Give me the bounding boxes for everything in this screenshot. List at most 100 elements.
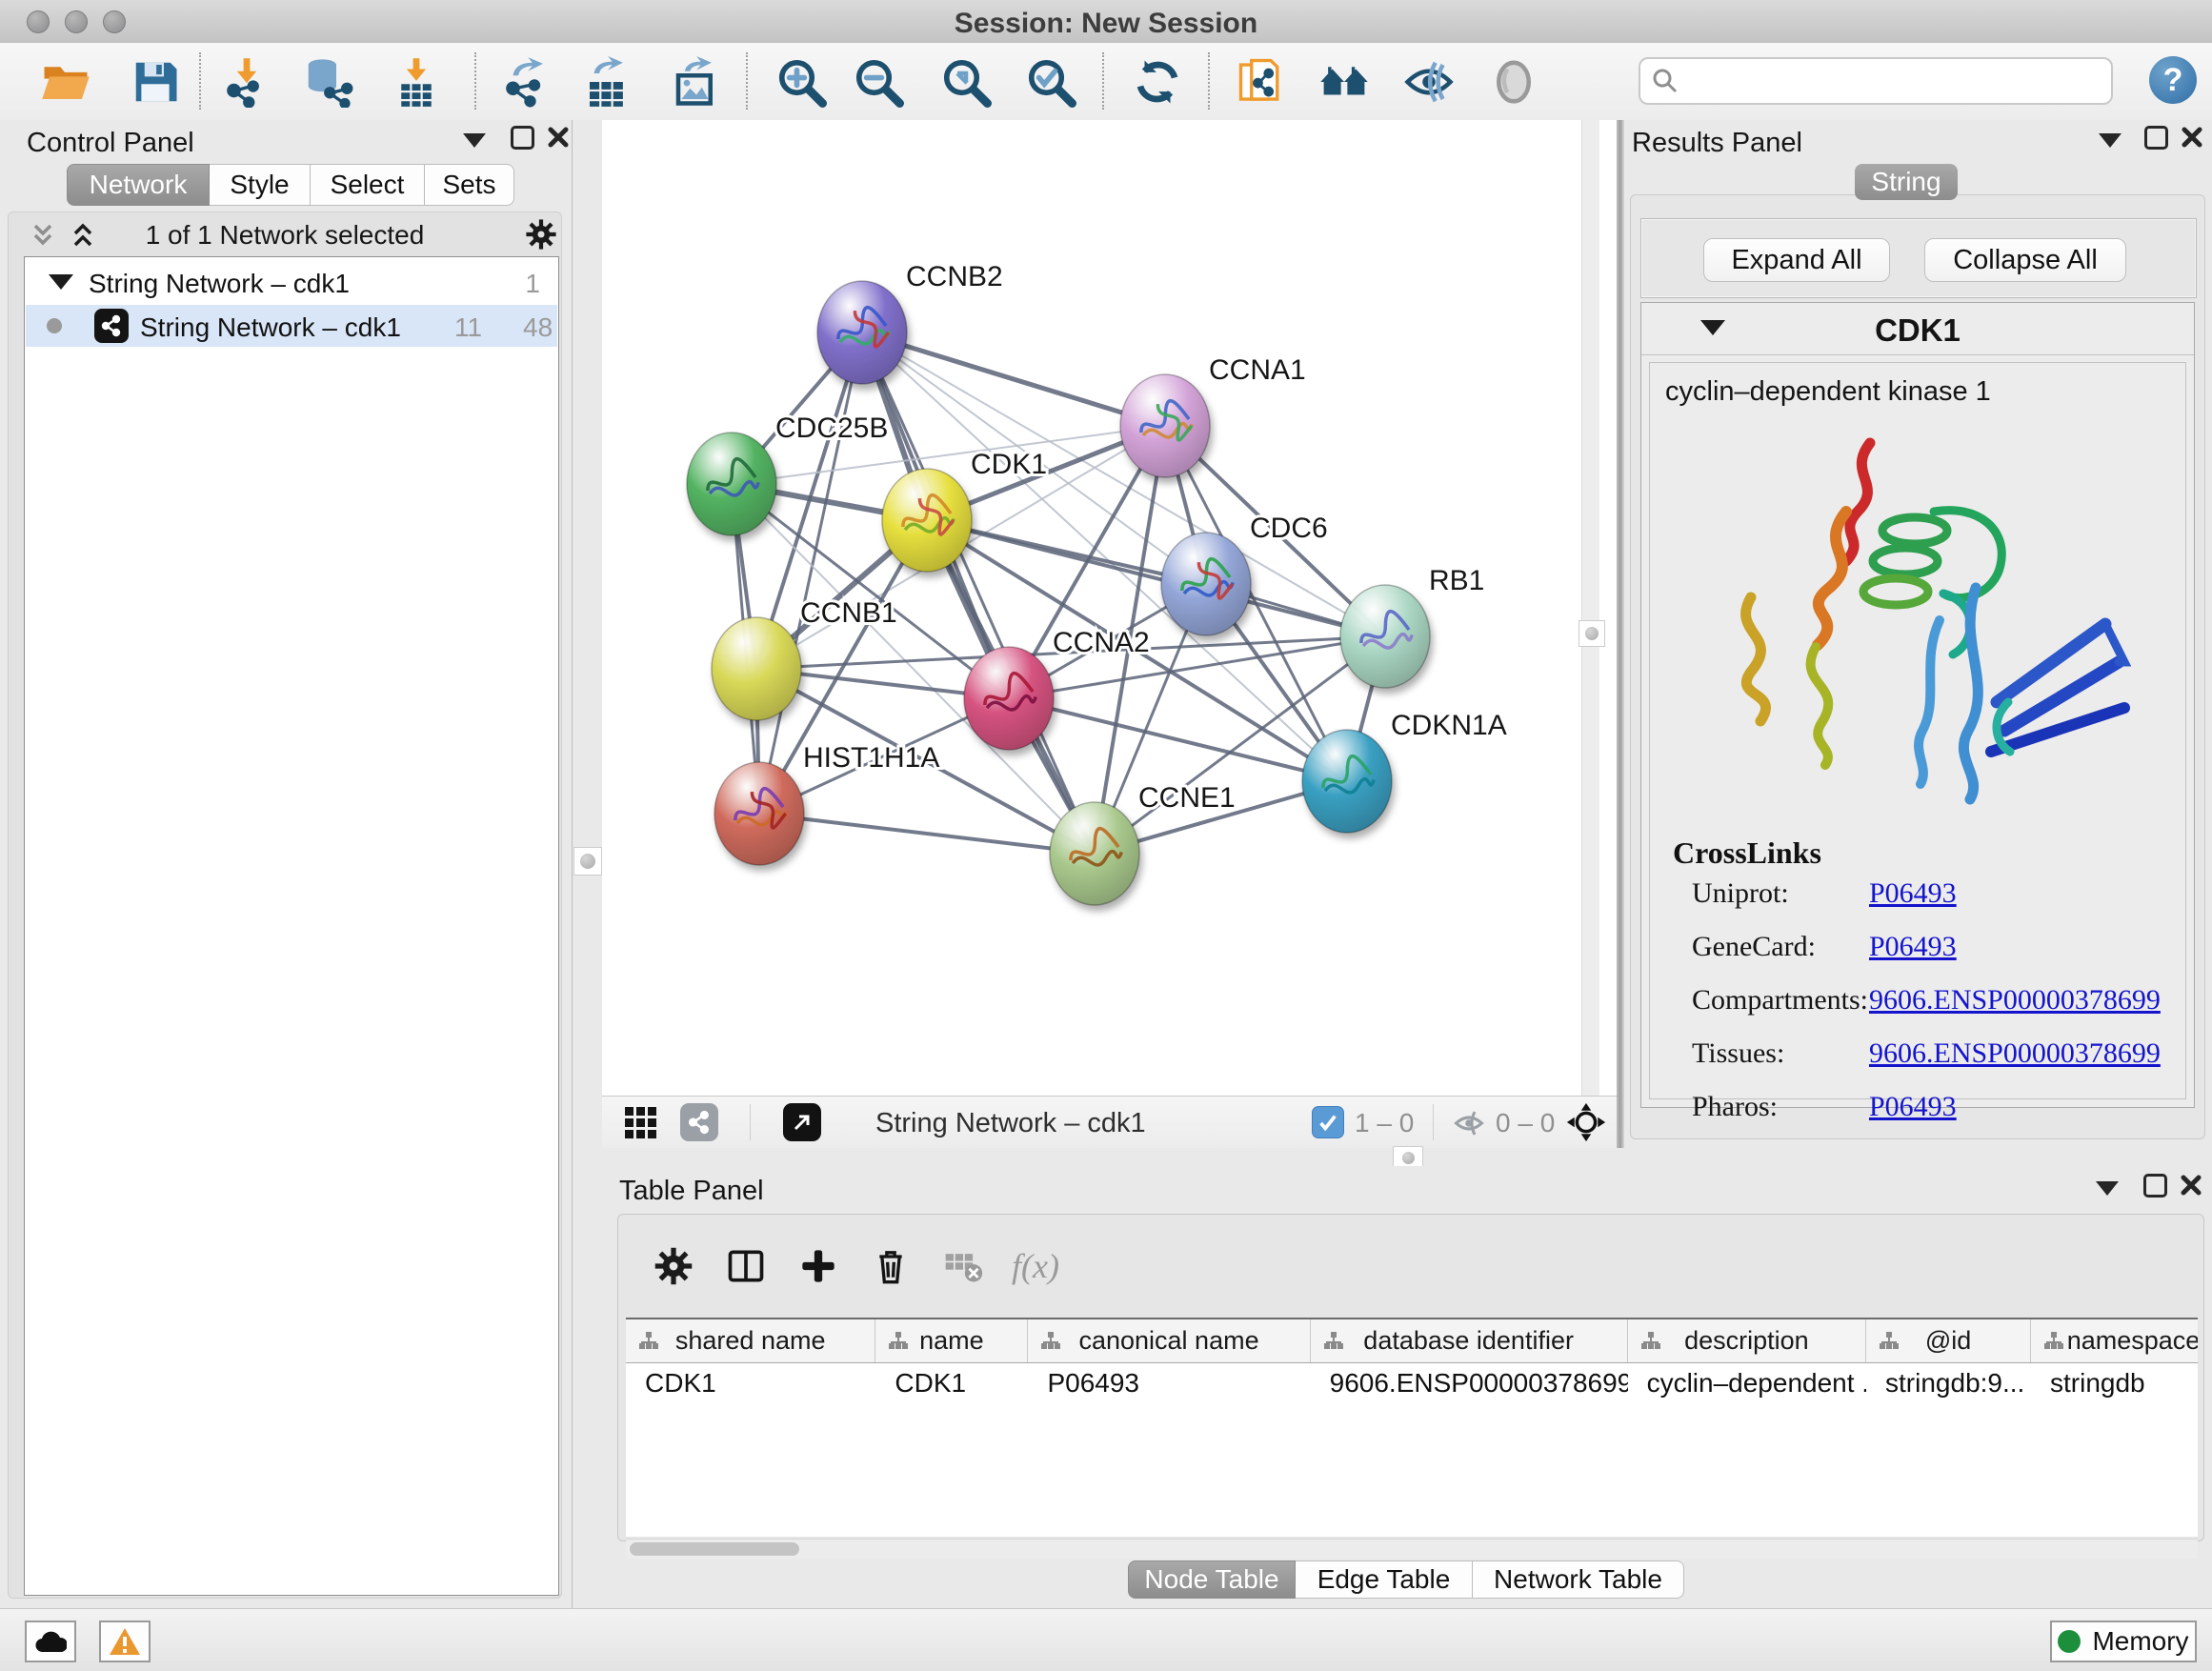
network-node-CCNA2[interactable] xyxy=(964,647,1054,750)
open-session-button[interactable] xyxy=(39,55,92,109)
column-header-database-identifier[interactable]: database identifier xyxy=(1311,1319,1628,1362)
network-canvas[interactable]: CCNB2CCNA1CDC25BCDK1CDC6RB1CCNB1CCNA2CDK… xyxy=(602,120,1581,1096)
network-side-handle[interactable] xyxy=(1579,620,1605,647)
zoom-out-button[interactable] xyxy=(852,55,905,109)
export-image-button[interactable] xyxy=(669,55,722,109)
import-network-from-file-button[interactable] xyxy=(220,55,273,109)
results-tab-string[interactable]: String xyxy=(1855,164,1958,200)
expand-collapse-strip: Expand All Collapse All xyxy=(1640,218,2197,298)
left-splitter-handle[interactable] xyxy=(573,847,602,876)
network-edge[interactable] xyxy=(862,332,1165,426)
table-panel: Table Panel f(x) shared name xyxy=(602,1166,2212,1608)
memory-status-button[interactable]: Memory xyxy=(2050,1621,2197,1662)
gear-icon[interactable] xyxy=(525,218,557,251)
column-header-namespace[interactable]: namespace xyxy=(2031,1319,2198,1362)
open-in-new-window-icon[interactable] xyxy=(783,1103,821,1141)
column-header-id[interactable]: @id xyxy=(1866,1319,2031,1362)
left-splitter[interactable] xyxy=(573,120,602,1608)
panel-close-icon[interactable] xyxy=(2181,126,2203,149)
hide-unhide-button[interactable] xyxy=(1402,55,1456,109)
share-network-file-button[interactable] xyxy=(1236,55,1289,109)
right-splitter[interactable] xyxy=(1617,120,1624,1148)
column-header-shared-name[interactable]: shared name xyxy=(626,1319,875,1362)
panel-close-icon[interactable] xyxy=(547,126,570,149)
tab-edge-table[interactable]: Edge Table xyxy=(1296,1560,1473,1599)
search-input[interactable] xyxy=(1639,57,2113,105)
scrollbar-thumb[interactable] xyxy=(630,1542,799,1556)
show-hidden-button-disabled[interactable] xyxy=(1487,55,1540,109)
network-edge[interactable] xyxy=(759,814,1095,854)
result-entry-description: cyclin–dependent kinase 1 xyxy=(1665,376,1991,408)
tab-network[interactable]: Network xyxy=(67,164,210,206)
network-node-RB1[interactable] xyxy=(1340,585,1430,688)
function-builder-button-disabled[interactable]: f(x) xyxy=(1007,1238,1064,1295)
tab-select[interactable]: Select xyxy=(311,164,425,206)
crosslink-link[interactable]: P06493 xyxy=(1869,877,1957,910)
show-columns-button[interactable] xyxy=(717,1238,774,1295)
panel-minimize-icon[interactable] xyxy=(2096,1181,2119,1196)
tab-network-table[interactable]: Network Table xyxy=(1473,1560,1684,1599)
cell-namespace: stringdb xyxy=(2031,1363,2198,1403)
network-node-CCNB1[interactable] xyxy=(712,617,801,720)
import-table-from-file-button[interactable] xyxy=(390,55,443,109)
column-header-description[interactable]: description xyxy=(1628,1319,1866,1362)
home-databases-button[interactable] xyxy=(1317,55,1371,109)
delete-table-button-disabled[interactable] xyxy=(935,1238,992,1295)
tab-node-table[interactable]: Node Table xyxy=(1128,1560,1296,1599)
tree-expander-icon[interactable] xyxy=(49,274,73,290)
crosslink-link[interactable]: P06493 xyxy=(1869,931,1957,963)
birds-eye-view-icon[interactable] xyxy=(625,1107,656,1138)
network-node-CDC6[interactable] xyxy=(1161,533,1251,635)
expand-all-button[interactable]: Expand All xyxy=(1703,238,1890,282)
delete-column-button[interactable] xyxy=(862,1238,919,1295)
import-network-from-database-button[interactable] xyxy=(301,55,354,109)
network-node-CDK1[interactable] xyxy=(882,469,972,572)
network-edge[interactable] xyxy=(862,332,1095,854)
network-node-HIST1H1A[interactable] xyxy=(714,762,804,865)
add-column-button[interactable] xyxy=(790,1238,847,1295)
network-node-CDKN1A[interactable] xyxy=(1302,730,1392,833)
apply-layout-button[interactable] xyxy=(1131,55,1184,109)
cloud-status-button[interactable] xyxy=(25,1621,76,1662)
help-button[interactable]: ? xyxy=(2149,56,2197,104)
crosslink-link[interactable]: 9606.ENSP00000378699 xyxy=(1869,984,2161,1017)
network-node-CDC25B[interactable] xyxy=(687,433,776,535)
tab-sets[interactable]: Sets xyxy=(425,164,514,206)
collapse-all-button[interactable]: Collapse All xyxy=(1924,238,2126,282)
result-entry-header[interactable]: CDK1 xyxy=(1641,303,2194,355)
tab-style[interactable]: Style xyxy=(210,164,311,206)
panel-float-icon[interactable] xyxy=(2144,126,2168,150)
zoom-selected-button[interactable] xyxy=(1024,55,1077,109)
save-session-button[interactable] xyxy=(129,55,182,109)
export-table-button[interactable] xyxy=(580,55,633,109)
splitter-dot xyxy=(1402,1152,1415,1164)
table-row[interactable]: CDK1 CDK1 P06493 9606.ENSP00000378699 cy… xyxy=(626,1363,2198,1403)
network-overview-icon[interactable] xyxy=(680,1103,718,1141)
fit-selected-crosshair-icon[interactable] xyxy=(1566,1102,1606,1142)
network-node-label: CDC25B xyxy=(775,413,888,444)
network-node-CCNE1[interactable] xyxy=(1050,802,1139,905)
panel-minimize-icon[interactable] xyxy=(2099,133,2122,148)
export-network-button[interactable] xyxy=(499,55,553,109)
network-node-CCNA1[interactable] xyxy=(1120,374,1210,477)
horizontal-splitter[interactable] xyxy=(602,1148,2212,1166)
network-node-label: CDC6 xyxy=(1250,513,1328,544)
table-horizontal-scrollbar[interactable] xyxy=(626,1539,2198,1559)
warning-status-button[interactable] xyxy=(99,1621,151,1662)
network-node-CCNB2[interactable] xyxy=(817,281,907,384)
panel-minimize-icon[interactable] xyxy=(463,133,486,148)
column-header-canonical-name[interactable]: canonical name xyxy=(1028,1319,1310,1362)
column-header-name[interactable]: name xyxy=(875,1319,1028,1362)
table-settings-button[interactable] xyxy=(645,1238,702,1295)
cell-description: cyclin–dependent ... xyxy=(1628,1363,1866,1403)
panel-close-icon[interactable] xyxy=(2180,1174,2202,1197)
selected-checkbox-icon[interactable] xyxy=(1312,1106,1344,1138)
panel-float-icon[interactable] xyxy=(511,126,534,150)
crosslink-link[interactable]: P06493 xyxy=(1869,1091,1957,1123)
crosslink-link[interactable]: 9606.ENSP00000378699 xyxy=(1869,1037,2161,1070)
panel-float-icon[interactable] xyxy=(2143,1174,2167,1198)
zoom-fit-button[interactable] xyxy=(939,55,993,109)
network-collection-row[interactable]: String Network – cdk1 1 xyxy=(26,261,557,303)
network-row-selected[interactable]: String Network – cdk1 11 48 xyxy=(26,305,557,347)
zoom-in-button[interactable] xyxy=(774,55,828,109)
